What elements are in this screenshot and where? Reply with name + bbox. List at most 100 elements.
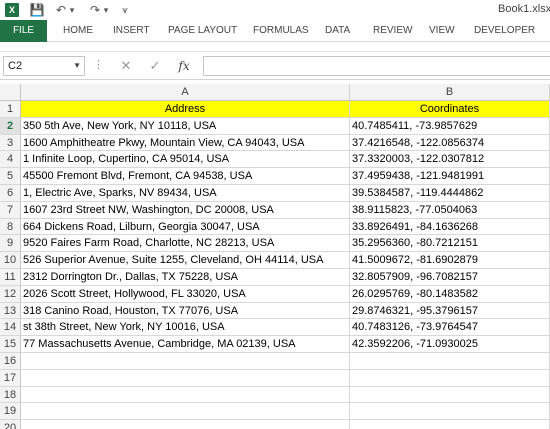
- cell-coordinates[interactable]: [350, 420, 550, 429]
- cancel-icon[interactable]: ✕: [114, 56, 138, 76]
- tab-page-layout[interactable]: PAGE LAYOUT: [168, 20, 237, 42]
- tab-developer[interactable]: DEVELOPER: [474, 20, 535, 42]
- formula-input[interactable]: [203, 56, 550, 76]
- row-header[interactable]: 16: [0, 352, 21, 370]
- cell-address[interactable]: 77 Massachusetts Avenue, Cambridge, MA 0…: [21, 336, 350, 353]
- table-row: 10 526 Superior Avenue, Suite 1255, Cleve…: [0, 252, 550, 269]
- table-row: 13 318 Canino Road, Houston, TX 77076, US…: [0, 302, 550, 320]
- save-icon[interactable]: 💾: [28, 2, 46, 18]
- table-row: 6 1, Electric Ave, Sparks, NV 89434, USA 3…: [0, 184, 550, 202]
- table-row: 3 1600 Amphitheatre Pkwy, Mountain View, …: [0, 134, 550, 152]
- cell-address[interactable]: 9520 Faires Farm Road, Charlotte, NC 282…: [21, 235, 350, 253]
- insert-function-icon[interactable]: fx: [172, 56, 196, 76]
- column-header-b[interactable]: B: [350, 84, 550, 101]
- cell-coordinates[interactable]: 32.8057909, -96.7082157: [350, 268, 550, 286]
- cell-coordinates[interactable]: 35.2956360, -80.7212151: [350, 235, 550, 253]
- select-all-corner[interactable]: [0, 84, 21, 101]
- row-header[interactable]: 3: [0, 134, 21, 152]
- cell-address[interactable]: [21, 352, 350, 370]
- name-box-value: C2: [8, 60, 23, 72]
- row-header[interactable]: 14: [0, 319, 21, 337]
- row-header[interactable]: 12: [0, 285, 21, 303]
- table-row: 18: [0, 386, 550, 404]
- cell-address[interactable]: 1607 23rd Street NW, Washington, DC 2000…: [21, 201, 350, 219]
- tab-view[interactable]: VIEW: [429, 20, 455, 42]
- row-header[interactable]: 6: [0, 184, 21, 202]
- cell-coordinates[interactable]: [350, 369, 550, 387]
- row-header[interactable]: 15: [0, 336, 21, 353]
- cell-address[interactable]: [21, 386, 350, 404]
- row-header[interactable]: 17: [0, 369, 21, 387]
- name-box[interactable]: C2 ▼: [3, 56, 85, 76]
- cell-coordinates[interactable]: 26.0295769, -80.1483582: [350, 285, 550, 303]
- row-header[interactable]: 8: [0, 218, 21, 236]
- cell-coordinates[interactable]: 37.3320003, -122.0307812: [350, 151, 550, 169]
- row-header[interactable]: 4: [0, 151, 21, 169]
- cell-coordinates[interactable]: [350, 386, 550, 404]
- tab-file[interactable]: FILE: [0, 20, 47, 42]
- row-header[interactable]: 10: [0, 252, 21, 269]
- undo-dropdown-icon[interactable]: ▾: [66, 2, 78, 18]
- row-header[interactable]: 7: [0, 201, 21, 219]
- tab-insert[interactable]: INSERT: [113, 20, 150, 42]
- customize-toolbar-icon[interactable]: ⩛: [116, 2, 134, 18]
- row-header[interactable]: 9: [0, 235, 21, 253]
- row-header[interactable]: 5: [0, 168, 21, 185]
- redo-dropdown-icon[interactable]: ▾: [100, 2, 112, 18]
- formula-bar: C2 ▼ ⋮ ✕ ✓ fx: [0, 52, 550, 80]
- name-box-dropdown-icon[interactable]: ▼: [73, 57, 81, 75]
- cell-coordinates[interactable]: 40.7485411, -73.9857629: [350, 117, 550, 135]
- cell-address[interactable]: 350 5th Ave, New York, NY 10118, USA: [21, 117, 350, 135]
- cell-address[interactable]: 1, Electric Ave, Sparks, NV 89434, USA: [21, 184, 350, 202]
- table-row: 15 77 Massachusetts Avenue, Cambridge, MA…: [0, 336, 550, 353]
- row-header[interactable]: 13: [0, 302, 21, 320]
- table-row: 11 2312 Dorrington Dr., Dallas, TX 75228,…: [0, 268, 550, 286]
- cell-coordinates[interactable]: 39.5384587, -119.4444862: [350, 184, 550, 202]
- cell-coordinates[interactable]: 42.3592206, -71.0930025: [350, 336, 550, 353]
- cell-coordinates[interactable]: [350, 403, 550, 421]
- row-header[interactable]: 18: [0, 386, 21, 404]
- table-row: 5 45500 Fremont Blvd, Fremont, CA 94538, …: [0, 168, 550, 185]
- cell-coordinates[interactable]: 29.8746321, -95.3796157: [350, 302, 550, 320]
- cell-address[interactable]: 2026 Scott Street, Hollywood, FL 33020, …: [21, 285, 350, 303]
- worksheet-grid: A B 1 Address Coordinates 2 350 5th Ave, New…: [0, 84, 550, 429]
- title-bar: X 💾 ↶ ▾ ↷ ▾ ⩛ Book1.xlsx -: [0, 0, 550, 20]
- tab-formulas[interactable]: FORMULAS: [253, 20, 309, 42]
- cell-header-address[interactable]: Address: [21, 101, 350, 118]
- row-header[interactable]: 19: [0, 403, 21, 421]
- cell-address[interactable]: 1 Infinite Loop, Cupertino, CA 95014, US…: [21, 151, 350, 169]
- cell-coordinates[interactable]: 40.7483126, -73.9764547: [350, 319, 550, 337]
- cell-coordinates[interactable]: 38.9115823, -77.0504063: [350, 201, 550, 219]
- tab-data[interactable]: DATA: [325, 20, 350, 42]
- cell-coordinates[interactable]: 37.4216548, -122.0856374: [350, 134, 550, 152]
- cell-address[interactable]: 45500 Fremont Blvd, Fremont, CA 94538, U…: [21, 168, 350, 185]
- cell-address[interactable]: st 38th Street, New York, NY 10016, USA: [21, 319, 350, 337]
- cell-address[interactable]: [21, 369, 350, 387]
- table-row: 20: [0, 420, 550, 429]
- cell-address[interactable]: 526 Superior Avenue, Suite 1255, Clevela…: [21, 252, 350, 269]
- tab-review[interactable]: REVIEW: [373, 20, 412, 42]
- cell-address[interactable]: 664 Dickens Road, Lilburn, Georgia 30047…: [21, 218, 350, 236]
- cell-address[interactable]: 318 Canino Road, Houston, TX 77076, USA: [21, 302, 350, 320]
- ribbon-tabs: FILE HOME INSERT PAGE LAYOUT FORMULAS DA…: [0, 20, 550, 42]
- row-header[interactable]: 2: [0, 117, 21, 135]
- cell-header-coordinates[interactable]: Coordinates: [350, 101, 550, 118]
- row-header[interactable]: 1: [0, 101, 21, 118]
- cell-address[interactable]: 1600 Amphitheatre Pkwy, Mountain View, C…: [21, 134, 350, 152]
- cell-coordinates[interactable]: [350, 352, 550, 370]
- column-header-a[interactable]: A: [21, 84, 350, 101]
- row-header[interactable]: 11: [0, 268, 21, 286]
- cell-address[interactable]: [21, 403, 350, 421]
- cell-coordinates[interactable]: 41.5009672, -81.6902879: [350, 252, 550, 269]
- row-header[interactable]: 20: [0, 420, 21, 429]
- enter-icon[interactable]: ✓: [143, 56, 167, 76]
- table-row: 12 2026 Scott Street, Hollywood, FL 33020…: [0, 285, 550, 303]
- excel-logo-icon: X: [5, 3, 19, 17]
- cell-address[interactable]: 2312 Dorrington Dr., Dallas, TX 75228, U…: [21, 268, 350, 286]
- tab-home[interactable]: HOME: [63, 20, 93, 42]
- formula-bar-grip-icon[interactable]: ⋮: [93, 58, 104, 71]
- ribbon-collapsed-area: [0, 42, 550, 52]
- cell-address[interactable]: [21, 420, 350, 429]
- cell-coordinates[interactable]: 33.8926491, -84.1636268: [350, 218, 550, 236]
- cell-coordinates[interactable]: 37.4959438, -121.9481991: [350, 168, 550, 185]
